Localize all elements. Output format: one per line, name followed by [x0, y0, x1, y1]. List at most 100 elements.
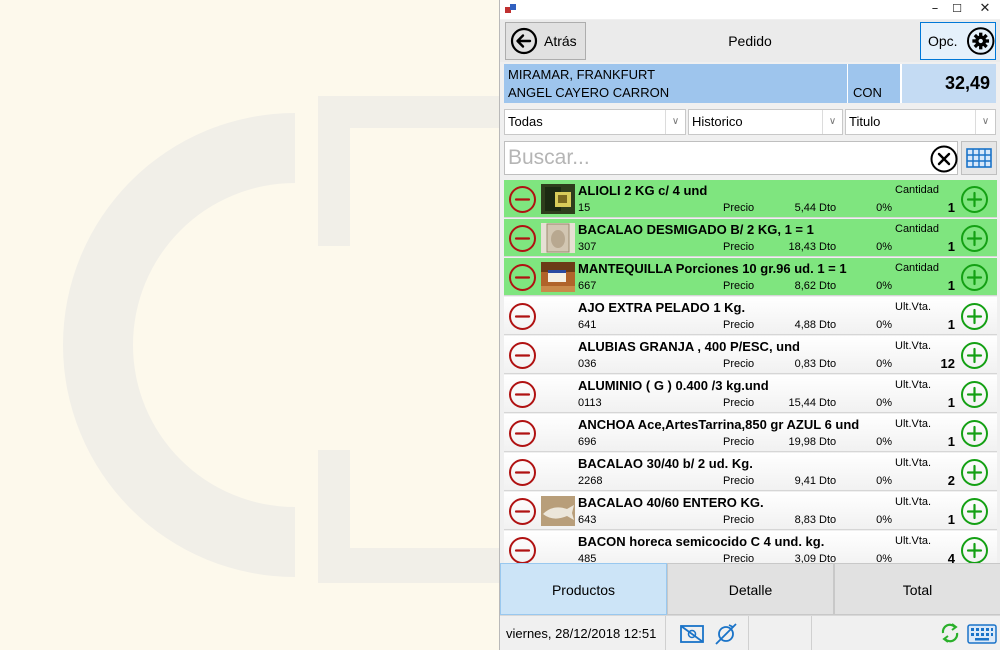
family-select-value: Todas	[508, 114, 543, 129]
tab-productos[interactable]: Productos	[500, 563, 667, 615]
product-discount: 0%	[876, 280, 892, 292]
plus-icon[interactable]	[960, 536, 989, 563]
refresh-icon[interactable]	[938, 621, 962, 645]
mode-select-value: Historico	[692, 114, 743, 129]
product-price: 19,98	[788, 436, 816, 448]
product-price: 15,44	[788, 397, 816, 409]
product-code: 667	[578, 280, 597, 292]
discount-label: Dto	[819, 436, 837, 448]
product-row[interactable]: ANCHOA Ace,ArtesTarrina,850 gr AZUL 6 un…	[504, 414, 997, 452]
product-price: 4,88	[794, 319, 816, 331]
minus-icon[interactable]	[508, 263, 537, 292]
quantity-label: Ult.Vta.	[895, 418, 932, 430]
product-price: 8,83	[794, 514, 816, 526]
tab-total[interactable]: Total	[834, 563, 1000, 615]
plus-icon[interactable]	[960, 263, 989, 292]
price-label: Precio	[723, 436, 755, 448]
minus-icon[interactable]	[508, 185, 537, 214]
quantity-label: Cantidad	[895, 184, 940, 196]
quantity-label: Ult.Vta.	[895, 340, 932, 352]
minus-icon[interactable]	[508, 224, 537, 253]
product-discount: 0%	[876, 553, 892, 563]
chevron-down-icon: ∨	[822, 110, 842, 134]
plus-icon[interactable]	[960, 458, 989, 487]
product-discount: 0%	[876, 319, 892, 331]
price-label: Precio	[723, 475, 755, 487]
customer-panel[interactable]: MIRAMAR, FRANKFURT ANGEL CAYERO CARRON C…	[504, 64, 996, 103]
maximize-button[interactable]: ☐	[944, 0, 970, 19]
quantity-label: Ult.Vta.	[895, 535, 932, 547]
status-divider	[665, 616, 666, 650]
minus-icon[interactable]	[508, 302, 537, 331]
product-row[interactable]: ALUMINIO ( G ) 0.400 /3 kg.und 0113 Precio…	[504, 375, 997, 413]
product-quantity: 1	[947, 317, 955, 332]
product-quantity: 12	[940, 356, 955, 371]
price-label: Precio	[723, 202, 755, 214]
tab-detalle[interactable]: Detalle	[667, 563, 834, 615]
minus-icon[interactable]	[508, 419, 537, 448]
product-code: 643	[578, 514, 597, 526]
product-quantity: 1	[947, 239, 955, 254]
plus-icon[interactable]	[960, 341, 989, 370]
status-bar: viernes, 28/12/2018 12:51	[500, 615, 1000, 650]
minus-icon[interactable]	[508, 380, 537, 409]
product-row[interactable]: ALUBIAS GRANJA , 400 P/ESC, und 036 Precio…	[504, 336, 997, 374]
close-button[interactable]: ✕	[972, 0, 998, 19]
product-discount: 0%	[876, 358, 892, 370]
plus-icon[interactable]	[960, 497, 989, 526]
family-select[interactable]: Todas ∨	[504, 109, 686, 135]
minus-icon[interactable]	[508, 341, 537, 370]
discount-label: Dto	[819, 280, 837, 292]
minus-icon[interactable]	[508, 458, 537, 487]
product-quantity: 2	[947, 473, 955, 488]
customer-divider	[847, 64, 848, 103]
back-button[interactable]: Atrás	[505, 22, 586, 60]
options-button[interactable]: Opc.	[920, 22, 996, 60]
product-code: 641	[578, 319, 597, 331]
product-row[interactable]: BACALAO 30/40 b/ 2 ud. Kg. 2268 Precio 9,41…	[504, 453, 997, 491]
no-sync-icon[interactable]	[713, 621, 739, 647]
grid-view-button[interactable]	[961, 141, 997, 175]
plus-icon[interactable]	[960, 185, 989, 214]
product-name: MANTEQUILLA Porciones 10 gr.96 ud. 1 = 1	[578, 261, 847, 276]
bacalao-entero-image	[541, 496, 575, 526]
app-window: – ☐ ✕ Atrás Pedido Opc. MIRAMAR, FRANKFU…	[499, 0, 1000, 650]
sort-select[interactable]: Titulo ∨	[845, 109, 996, 135]
product-name: BACON horeca semicocido C 4 und. kg.	[578, 534, 825, 549]
product-row[interactable]: BACALAO DESMIGADO B/ 2 KG, 1 = 1 307 Preci…	[504, 219, 997, 257]
clear-search-icon[interactable]	[930, 145, 958, 173]
bacalao-desmigado-image	[541, 223, 575, 253]
discount-label: Dto	[819, 241, 837, 253]
search-input[interactable]: Buscar...	[504, 141, 958, 175]
plus-icon[interactable]	[960, 380, 989, 409]
product-code: 485	[578, 553, 597, 563]
product-quantity: 1	[947, 278, 955, 293]
product-row[interactable]: BACON horeca semicocido C 4 und. kg. 485 P…	[504, 531, 997, 563]
plus-icon[interactable]	[960, 224, 989, 253]
product-row[interactable]: ALIOLI 2 KG c/ 4 und 15 Precio 5,44 Dto 0% Can…	[504, 180, 997, 218]
product-discount: 0%	[876, 514, 892, 526]
product-code: 15	[578, 202, 591, 214]
product-list[interactable]: ALIOLI 2 KG c/ 4 und 15 Precio 5,44 Dto 0% Can…	[504, 180, 997, 563]
product-row[interactable]: BACALAO 40/60 ENTERO KG. 643 Precio 8,83 Dto…	[504, 492, 997, 530]
price-label: Precio	[723, 397, 755, 409]
quantity-label: Ult.Vta.	[895, 379, 932, 391]
discount-label: Dto	[819, 397, 837, 409]
mode-select[interactable]: Historico ∨	[688, 109, 843, 135]
plus-icon[interactable]	[960, 302, 989, 331]
plus-icon[interactable]	[960, 419, 989, 448]
minus-icon[interactable]	[508, 497, 537, 526]
minus-icon[interactable]	[508, 536, 537, 563]
status-divider	[811, 616, 812, 650]
back-label: Atrás	[544, 33, 577, 49]
no-camera-icon[interactable]	[679, 623, 705, 645]
product-name: BACALAO 40/60 ENTERO KG.	[578, 495, 764, 510]
product-code: 696	[578, 436, 597, 448]
product-quantity: 1	[947, 200, 955, 215]
customer-line2: ANGEL CAYERO CARRON	[508, 85, 670, 100]
quantity-label: Cantidad	[895, 223, 940, 235]
keyboard-icon[interactable]	[967, 624, 997, 644]
product-row[interactable]: AJO EXTRA PELADO 1 Kg. 641 Precio 4,88 Dto 0%…	[504, 297, 997, 335]
sort-select-value: Titulo	[849, 114, 881, 129]
product-row[interactable]: MANTEQUILLA Porciones 10 gr.96 ud. 1 = 1…	[504, 258, 997, 296]
